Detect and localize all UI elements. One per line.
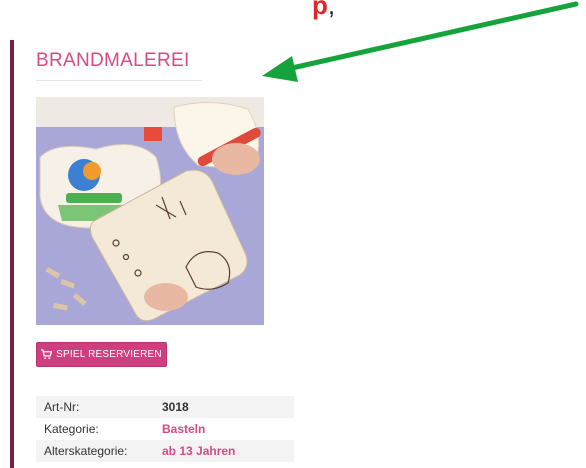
category-link[interactable]: Basteln <box>154 418 294 440</box>
accent-bar <box>10 40 14 468</box>
reserve-button-label: SPIEL RESERVIEREN <box>56 349 162 360</box>
detail-label: Art-Nr: <box>36 396 154 418</box>
header-fragment-accent: p <box>312 0 328 20</box>
table-row: Alterskategorie: ab 13 Jahren <box>36 440 294 462</box>
header-fragment: p, <box>312 0 335 21</box>
product-details-table: Art-Nr: 3018 Kategorie: Basteln Alterska… <box>36 396 294 462</box>
header-fragment-rest: , <box>327 0 336 20</box>
title-divider <box>36 80 202 81</box>
detail-value: 3018 <box>154 396 294 418</box>
product-title: BRANDMALEREI <box>36 50 190 71</box>
reserve-game-button[interactable]: SPIEL RESERVIEREN <box>36 342 167 367</box>
table-row: Art-Nr: 3018 <box>36 396 294 418</box>
product-image <box>36 97 264 325</box>
cart-icon <box>41 349 53 360</box>
detail-label: Kategorie: <box>44 422 99 436</box>
age-category-link[interactable]: ab 13 Jahren <box>154 440 294 462</box>
table-row: Kategorie: Basteln <box>36 418 294 440</box>
detail-label: Alterskategorie: <box>36 440 154 462</box>
